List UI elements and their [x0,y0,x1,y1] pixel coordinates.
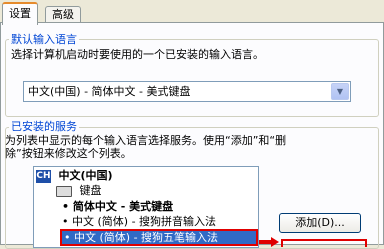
tree-language-label: 中文(中国) [58,169,113,182]
service-item-label: 中文 (简体) - 搜狗五笔输入法 [74,231,219,244]
default-language-select[interactable]: 中文(中国) - 简体中文 - 美式键盘 ▼ [23,81,351,102]
arrow-right-icon [259,237,279,247]
tab-advanced[interactable]: 高级 [45,6,81,23]
tab-strip: 设置 高级 [0,0,384,25]
installed-services-description-1: 为列表中显示的每个输入语言选择服务。使用“添加”和“删 [5,134,287,147]
add-button[interactable]: 添加(D)... [279,213,361,233]
default-language-title: 默认输入语言 [9,33,79,46]
services-tree[interactable]: CH 中文(中国) 键盘 • 简体中文 - 美式键盘 • 中文 (简体) - 搜… [33,166,259,248]
list-item[interactable]: • 简体中文 - 美式键盘 [62,199,173,214]
tab-settings[interactable]: 设置 [2,2,38,25]
language-badge-icon: CH [36,169,51,183]
list-item-selected[interactable]: • 中文 (简体) - 搜狗五笔输入法 [60,229,258,246]
tree-keyboard-label: 键盘 [79,184,102,197]
tree-keyboard-node[interactable]: 键盘 [56,183,102,198]
installed-services-title: 已安装的服务 [9,120,79,133]
list-item[interactable]: • 中文 (简体) - 搜狗拼音输入法 [62,214,216,229]
service-item-label: 简体中文 - 美式键盘 [72,200,174,213]
default-language-description: 选择计算机启动时要使用的一个已安装的输入语言。 [11,48,264,61]
keyboard-icon [56,185,72,197]
installed-services-description-2: 除”按钮来修改这个列表。 [5,147,132,160]
tree-language-node[interactable]: CH 中文(中国) [36,168,113,183]
combo-arrow-icon[interactable]: ▼ [331,83,349,100]
settings-panel: 默认输入语言 选择计算机启动时要使用的一个已安装的输入语言。 中文(中国) - … [0,22,384,249]
service-item-label: 中文 (简体) - 搜狗拼音输入法 [72,215,217,228]
highlight-box [281,239,367,247]
default-language-value: 中文(中国) - 简体中文 - 美式键盘 [28,85,191,98]
